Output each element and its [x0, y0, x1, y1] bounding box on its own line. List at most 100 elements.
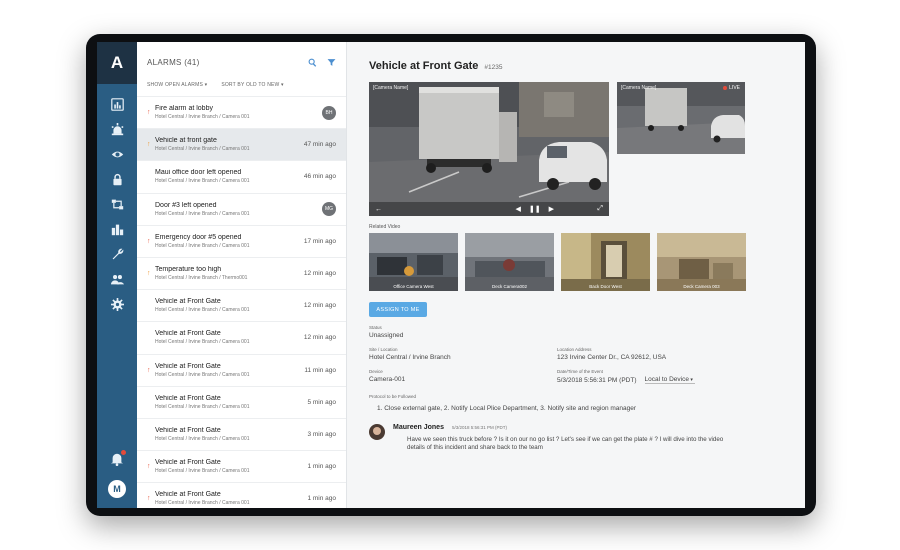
- device-field: Device Camera-001: [369, 369, 557, 384]
- user-avatar[interactable]: M: [108, 480, 126, 498]
- alarm-location: Hotel Central / Irvine Branch / Camera 0…: [155, 242, 250, 249]
- related-video-thumb[interactable]: Deck Camera002: [465, 233, 554, 291]
- video-area: [Camera Name] ← ◀ ❚❚ ▶ ⤢ [Camera Name] L…: [369, 82, 805, 216]
- nav-lock-icon[interactable]: [97, 167, 137, 192]
- nav-icons: [97, 92, 137, 317]
- related-video-label: Deck Camera002: [491, 284, 527, 289]
- alarm-location: Hotel Central / Irvine Branch / Camera 0…: [155, 468, 250, 475]
- alarm-title: Door #3 left opened: [155, 201, 217, 209]
- alarm-title: Vehicle at Front Gate: [155, 426, 221, 434]
- assignee-badge: MG: [322, 202, 336, 217]
- side-camera-label: [Camera Name]: [621, 85, 657, 91]
- notifications-button[interactable]: [110, 450, 126, 466]
- related-video-thumb[interactable]: Office Camera West: [369, 233, 458, 291]
- alarm-item[interactable]: ↑ Vehicle at Front Gate Hotel Central / I…: [137, 451, 346, 484]
- nav-eye-icon[interactable]: [97, 142, 137, 167]
- related-video-thumb[interactable]: Deck Camera 003: [657, 233, 746, 291]
- alarm-item[interactable]: Maui office door left opened Hotel Centra…: [137, 161, 346, 194]
- priority-up-arrow-icon: ↑: [147, 495, 151, 503]
- alarm-id: #1235: [484, 64, 503, 71]
- address-field: Location Address 123 Irvine Center Dr., …: [557, 347, 717, 361]
- video-controls: ← ◀ ❚❚ ▶ ⤢: [369, 202, 609, 216]
- live-video-player[interactable]: [Camera Name] LIVE: [617, 82, 745, 154]
- back-arrow-icon[interactable]: ←: [375, 206, 382, 213]
- alarm-title: Temperature too high: [155, 266, 222, 274]
- alarm-item[interactable]: Vehicle at Front Gate Hotel Central / Irv…: [137, 322, 346, 355]
- priority-up-arrow-icon: ↑: [147, 141, 151, 149]
- alarm-location: Hotel Central / Irvine Branch / Camera 0…: [155, 435, 250, 442]
- datetime-label: Date/Time of the Event: [557, 369, 603, 374]
- filter-icon[interactable]: [327, 58, 336, 67]
- alarm-title: Vehicle at front gate: [155, 137, 217, 145]
- alarm-time: 1 min ago: [307, 463, 336, 471]
- datetime-value: 5/3/2018 5:56:31 PM (PDT): [557, 376, 637, 384]
- buildings-icon: [111, 224, 123, 236]
- nav-gear-icon[interactable]: [97, 292, 137, 317]
- event-fields: Site / Location Hotel Central / Irvine B…: [369, 347, 805, 384]
- next-icon[interactable]: ▶: [549, 205, 554, 213]
- comment: Maureen Jones 5/3/2018 5:56:31 PM (PDT) …: [369, 424, 805, 453]
- lock-icon: [112, 173, 122, 186]
- alarm-title: Vehicle at Front Gate: [155, 491, 221, 499]
- nav-workflow-icon[interactable]: [97, 192, 137, 217]
- status-field: Status Unassigned: [369, 325, 805, 339]
- pause-icon[interactable]: ❚❚: [529, 205, 541, 213]
- alarm-title: Vehicle at Front Gate: [155, 330, 221, 338]
- workflow-icon: [111, 199, 123, 210]
- alarm-time: 11 min ago: [304, 366, 336, 374]
- show-open-alarms-dropdown[interactable]: SHOW OPEN ALARMS: [147, 82, 207, 92]
- alarm-time: 12 min ago: [303, 270, 336, 278]
- alarm-item[interactable]: Vehicle at Front Gate Hotel Central / Irv…: [137, 419, 346, 452]
- sort-dropdown[interactable]: SORT BY OLD TO NEW: [221, 82, 283, 92]
- nav-buildings-icon[interactable]: [97, 217, 137, 242]
- alarm-title: Maui office door left opened: [155, 169, 242, 177]
- alarm-item[interactable]: Vehicle at Front Gate Hotel Central / Irv…: [137, 387, 346, 419]
- nav-wrench-icon[interactable]: [97, 242, 137, 267]
- alarm-item[interactable]: ↑ Vehicle at Front Gate Hotel Central / I…: [137, 355, 346, 387]
- alarm-location: Hotel Central / Irvine Branch / Camera 0…: [155, 371, 250, 378]
- alarm-item[interactable]: ↑ Emergency door #5 opened Hotel Central …: [137, 226, 346, 258]
- site-label: Site / Location: [369, 347, 398, 352]
- priority-up-arrow-icon: ↑: [147, 366, 151, 374]
- alarm-item[interactable]: ↑ Fire alarm at lobby Hotel Central / Irv…: [137, 97, 346, 130]
- previous-icon[interactable]: ◀: [515, 205, 520, 213]
- alarm-item-selected[interactable]: ↑ Vehicle at front gate Hotel Central / I…: [137, 129, 346, 162]
- device-value: Camera-001: [369, 376, 406, 383]
- timezone-select[interactable]: Local to Device: [644, 376, 695, 384]
- nav-chart-icon[interactable]: [97, 92, 137, 117]
- alarm-item[interactable]: ↑ Vehicle at Front Gate Hotel Central / I…: [137, 483, 346, 508]
- alarm-panel-header: ALARMS (41): [137, 42, 346, 82]
- alarm-time: 46 min ago: [303, 173, 336, 181]
- alarm-location: Hotel Central / Irvine Branch / Camera 0…: [155, 307, 250, 314]
- alarm-time: 5 min ago: [307, 398, 336, 406]
- alarm-location: Hotel Central / Irvine Branch / Camera 0…: [155, 114, 250, 121]
- fullscreen-icon[interactable]: ⤢: [597, 205, 603, 213]
- alarm-time: 12 min ago: [303, 302, 336, 310]
- alarm-location: Hotel Central / Irvine Branch / Camera 0…: [155, 178, 250, 185]
- main-video-player[interactable]: [Camera Name] ← ◀ ❚❚ ▶ ⤢: [369, 82, 609, 216]
- alarm-location: Hotel Central / Irvine Branch / Camera 0…: [155, 210, 250, 217]
- assign-to-me-button[interactable]: ASSIGN TO ME: [369, 302, 427, 317]
- live-dot-icon: [723, 86, 728, 90]
- app-logo[interactable]: A: [97, 42, 137, 84]
- protocol-label: Protocol to be Followed: [369, 394, 417, 399]
- alarm-item[interactable]: Vehicle at Front Gate Hotel Central / Irv…: [137, 290, 346, 323]
- nav-alarm-icon[interactable]: [97, 117, 137, 142]
- alarm-item[interactable]: ↑ Temperature too high Hotel Central / Ir…: [137, 258, 346, 291]
- detail-header: Vehicle at Front Gate #1235: [369, 60, 805, 78]
- priority-up-arrow-icon: ↑: [147, 463, 151, 471]
- alarm-title: Vehicle at Front Gate: [155, 459, 221, 467]
- alarm-time: 12 min ago: [303, 334, 336, 342]
- live-label: LIVE: [729, 85, 740, 91]
- alarms-title: ALARMS (41): [147, 57, 200, 67]
- search-icon[interactable]: [308, 58, 317, 67]
- status-value: Unassigned: [369, 332, 404, 339]
- assignee-badge: BH: [322, 105, 336, 120]
- alarm-location: Hotel Central / Irvine Branch / Camera 0…: [155, 146, 250, 153]
- site-value: Hotel Central / Irvine Branch: [369, 354, 451, 361]
- nav-people-icon[interactable]: [97, 267, 137, 292]
- priority-up-arrow-icon: ↑: [147, 270, 151, 278]
- alarm-item[interactable]: Door #3 left opened Hotel Central / Irvin…: [137, 194, 346, 226]
- related-video-thumb[interactable]: Back Door West: [561, 233, 650, 291]
- alarm-title: Emergency door #5 opened: [155, 233, 242, 241]
